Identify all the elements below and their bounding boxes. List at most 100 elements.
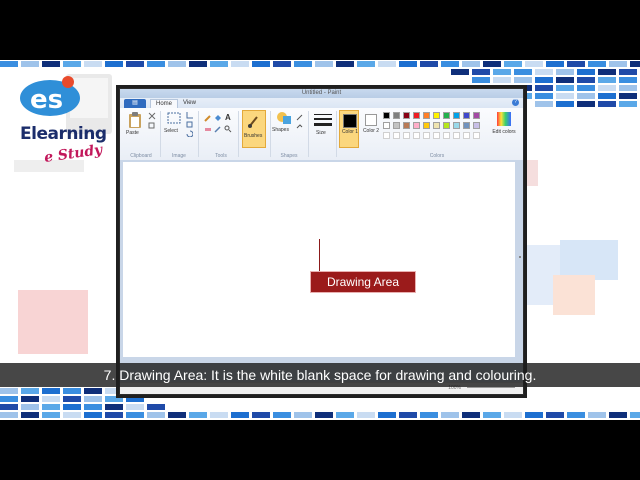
palette-swatch-empty[interactable] bbox=[403, 132, 410, 139]
palette-swatch[interactable] bbox=[423, 122, 430, 129]
tab-view[interactable]: View bbox=[178, 99, 201, 108]
decorative-tile bbox=[535, 101, 553, 107]
decorative-tile bbox=[504, 412, 522, 418]
decorative-tile bbox=[0, 404, 18, 410]
decorative-tile bbox=[84, 61, 102, 67]
decorative-tile bbox=[189, 412, 207, 418]
size-button[interactable]: Size bbox=[312, 112, 334, 146]
decorative-tile bbox=[441, 61, 459, 67]
palette-swatch[interactable] bbox=[433, 122, 440, 129]
palette-swatch-empty[interactable] bbox=[443, 132, 450, 139]
palette-swatch[interactable] bbox=[473, 112, 480, 119]
divider bbox=[308, 111, 309, 157]
palette-swatch[interactable] bbox=[423, 112, 430, 119]
zoom-slider[interactable] bbox=[467, 387, 515, 388]
select-button[interactable]: Select bbox=[164, 112, 184, 142]
decorative-tile bbox=[462, 412, 480, 418]
palette-swatch[interactable] bbox=[413, 112, 420, 119]
decorative-tile bbox=[105, 404, 123, 410]
divider bbox=[336, 111, 337, 157]
outline-icon[interactable] bbox=[296, 114, 303, 121]
palette-swatch[interactable] bbox=[383, 112, 390, 119]
decorative-tile bbox=[598, 101, 616, 107]
rainbow-icon bbox=[497, 112, 511, 126]
help-icon[interactable]: ? bbox=[512, 99, 519, 106]
edit-colors-button[interactable]: Edit colors bbox=[492, 112, 516, 146]
decorative-tile bbox=[556, 85, 574, 91]
palette-swatch[interactable] bbox=[443, 122, 450, 129]
decorative-tile bbox=[273, 412, 291, 418]
copy-icon[interactable] bbox=[148, 122, 156, 130]
eraser-icon[interactable] bbox=[204, 125, 212, 133]
decorative-tile bbox=[483, 61, 501, 67]
palette-swatch[interactable] bbox=[473, 122, 480, 129]
decorative-tile bbox=[84, 396, 102, 402]
rotate-icon[interactable] bbox=[186, 130, 193, 137]
fill-shape-icon[interactable] bbox=[296, 124, 303, 131]
pencil-icon[interactable] bbox=[204, 114, 212, 122]
file-menu-button[interactable]: ▤ bbox=[124, 99, 146, 108]
decorative-tile bbox=[21, 388, 39, 394]
palette-swatch-empty[interactable] bbox=[413, 132, 420, 139]
palette-swatch-empty[interactable] bbox=[453, 132, 460, 139]
window-title: Untitled - Paint bbox=[120, 89, 523, 98]
decorative-square bbox=[524, 160, 538, 186]
decorative-tile bbox=[84, 404, 102, 410]
decorative-tile bbox=[0, 61, 18, 67]
palette-swatch[interactable] bbox=[413, 122, 420, 129]
color2-button[interactable]: Color 2 bbox=[361, 110, 381, 148]
decorative-tile bbox=[577, 93, 595, 99]
fill-icon[interactable] bbox=[214, 114, 222, 122]
magnifier-icon[interactable] bbox=[224, 125, 232, 133]
palette-swatch-empty[interactable] bbox=[433, 132, 440, 139]
decorative-tile bbox=[598, 77, 616, 83]
text-tool-icon[interactable]: A bbox=[225, 113, 231, 122]
palette-swatch[interactable] bbox=[453, 122, 460, 129]
decorative-tile bbox=[21, 396, 39, 402]
palette-swatch[interactable] bbox=[383, 122, 390, 129]
palette-swatch-empty[interactable] bbox=[463, 132, 470, 139]
cut-icon[interactable] bbox=[148, 112, 156, 120]
palette-swatch-empty[interactable] bbox=[383, 132, 390, 139]
decorative-tile bbox=[168, 412, 186, 418]
decorative-tile bbox=[556, 101, 574, 107]
decorative-tile bbox=[336, 412, 354, 418]
palette-swatch[interactable] bbox=[393, 122, 400, 129]
palette-swatch-empty[interactable] bbox=[393, 132, 400, 139]
decorative-tile bbox=[588, 61, 606, 67]
decorative-tile bbox=[84, 388, 102, 394]
decorative-tile bbox=[535, 85, 553, 91]
decorative-tile bbox=[567, 412, 585, 418]
crop-icon[interactable] bbox=[186, 112, 193, 119]
decorative-tile bbox=[42, 412, 60, 418]
ribbon: Paste Clipboard Select Image A Tools Bru… bbox=[120, 108, 523, 161]
palette-swatch[interactable] bbox=[463, 112, 470, 119]
color1-button[interactable]: Color 1 bbox=[339, 110, 359, 148]
palette-swatch[interactable] bbox=[403, 112, 410, 119]
paste-button[interactable]: Paste bbox=[124, 112, 146, 146]
color-picker-icon[interactable] bbox=[214, 125, 222, 133]
palette-swatch[interactable] bbox=[463, 122, 470, 129]
palette-swatch-empty[interactable] bbox=[473, 132, 480, 139]
resize-icon[interactable] bbox=[186, 121, 193, 128]
decorative-tile bbox=[168, 61, 186, 67]
palette-swatch[interactable] bbox=[403, 122, 410, 129]
decorative-tile bbox=[472, 69, 490, 75]
resize-handle[interactable] bbox=[519, 256, 521, 258]
decorative-tile bbox=[273, 61, 291, 67]
shapes-button[interactable]: Shapes bbox=[272, 111, 296, 143]
brushes-button[interactable]: Brushes bbox=[242, 110, 266, 148]
palette-swatch[interactable] bbox=[453, 112, 460, 119]
palette-swatch[interactable] bbox=[393, 112, 400, 119]
decorative-tile bbox=[630, 412, 640, 418]
palette-swatch[interactable] bbox=[443, 112, 450, 119]
palette-swatch[interactable] bbox=[433, 112, 440, 119]
decorative-tile bbox=[525, 412, 543, 418]
decorative-tile bbox=[42, 396, 60, 402]
decorative-tile bbox=[126, 412, 144, 418]
decorative-tile bbox=[63, 61, 81, 67]
decorative-tile bbox=[294, 61, 312, 67]
palette-swatch-empty[interactable] bbox=[423, 132, 430, 139]
brushes-label: Brushes bbox=[244, 133, 263, 139]
decorative-tile bbox=[556, 69, 574, 75]
